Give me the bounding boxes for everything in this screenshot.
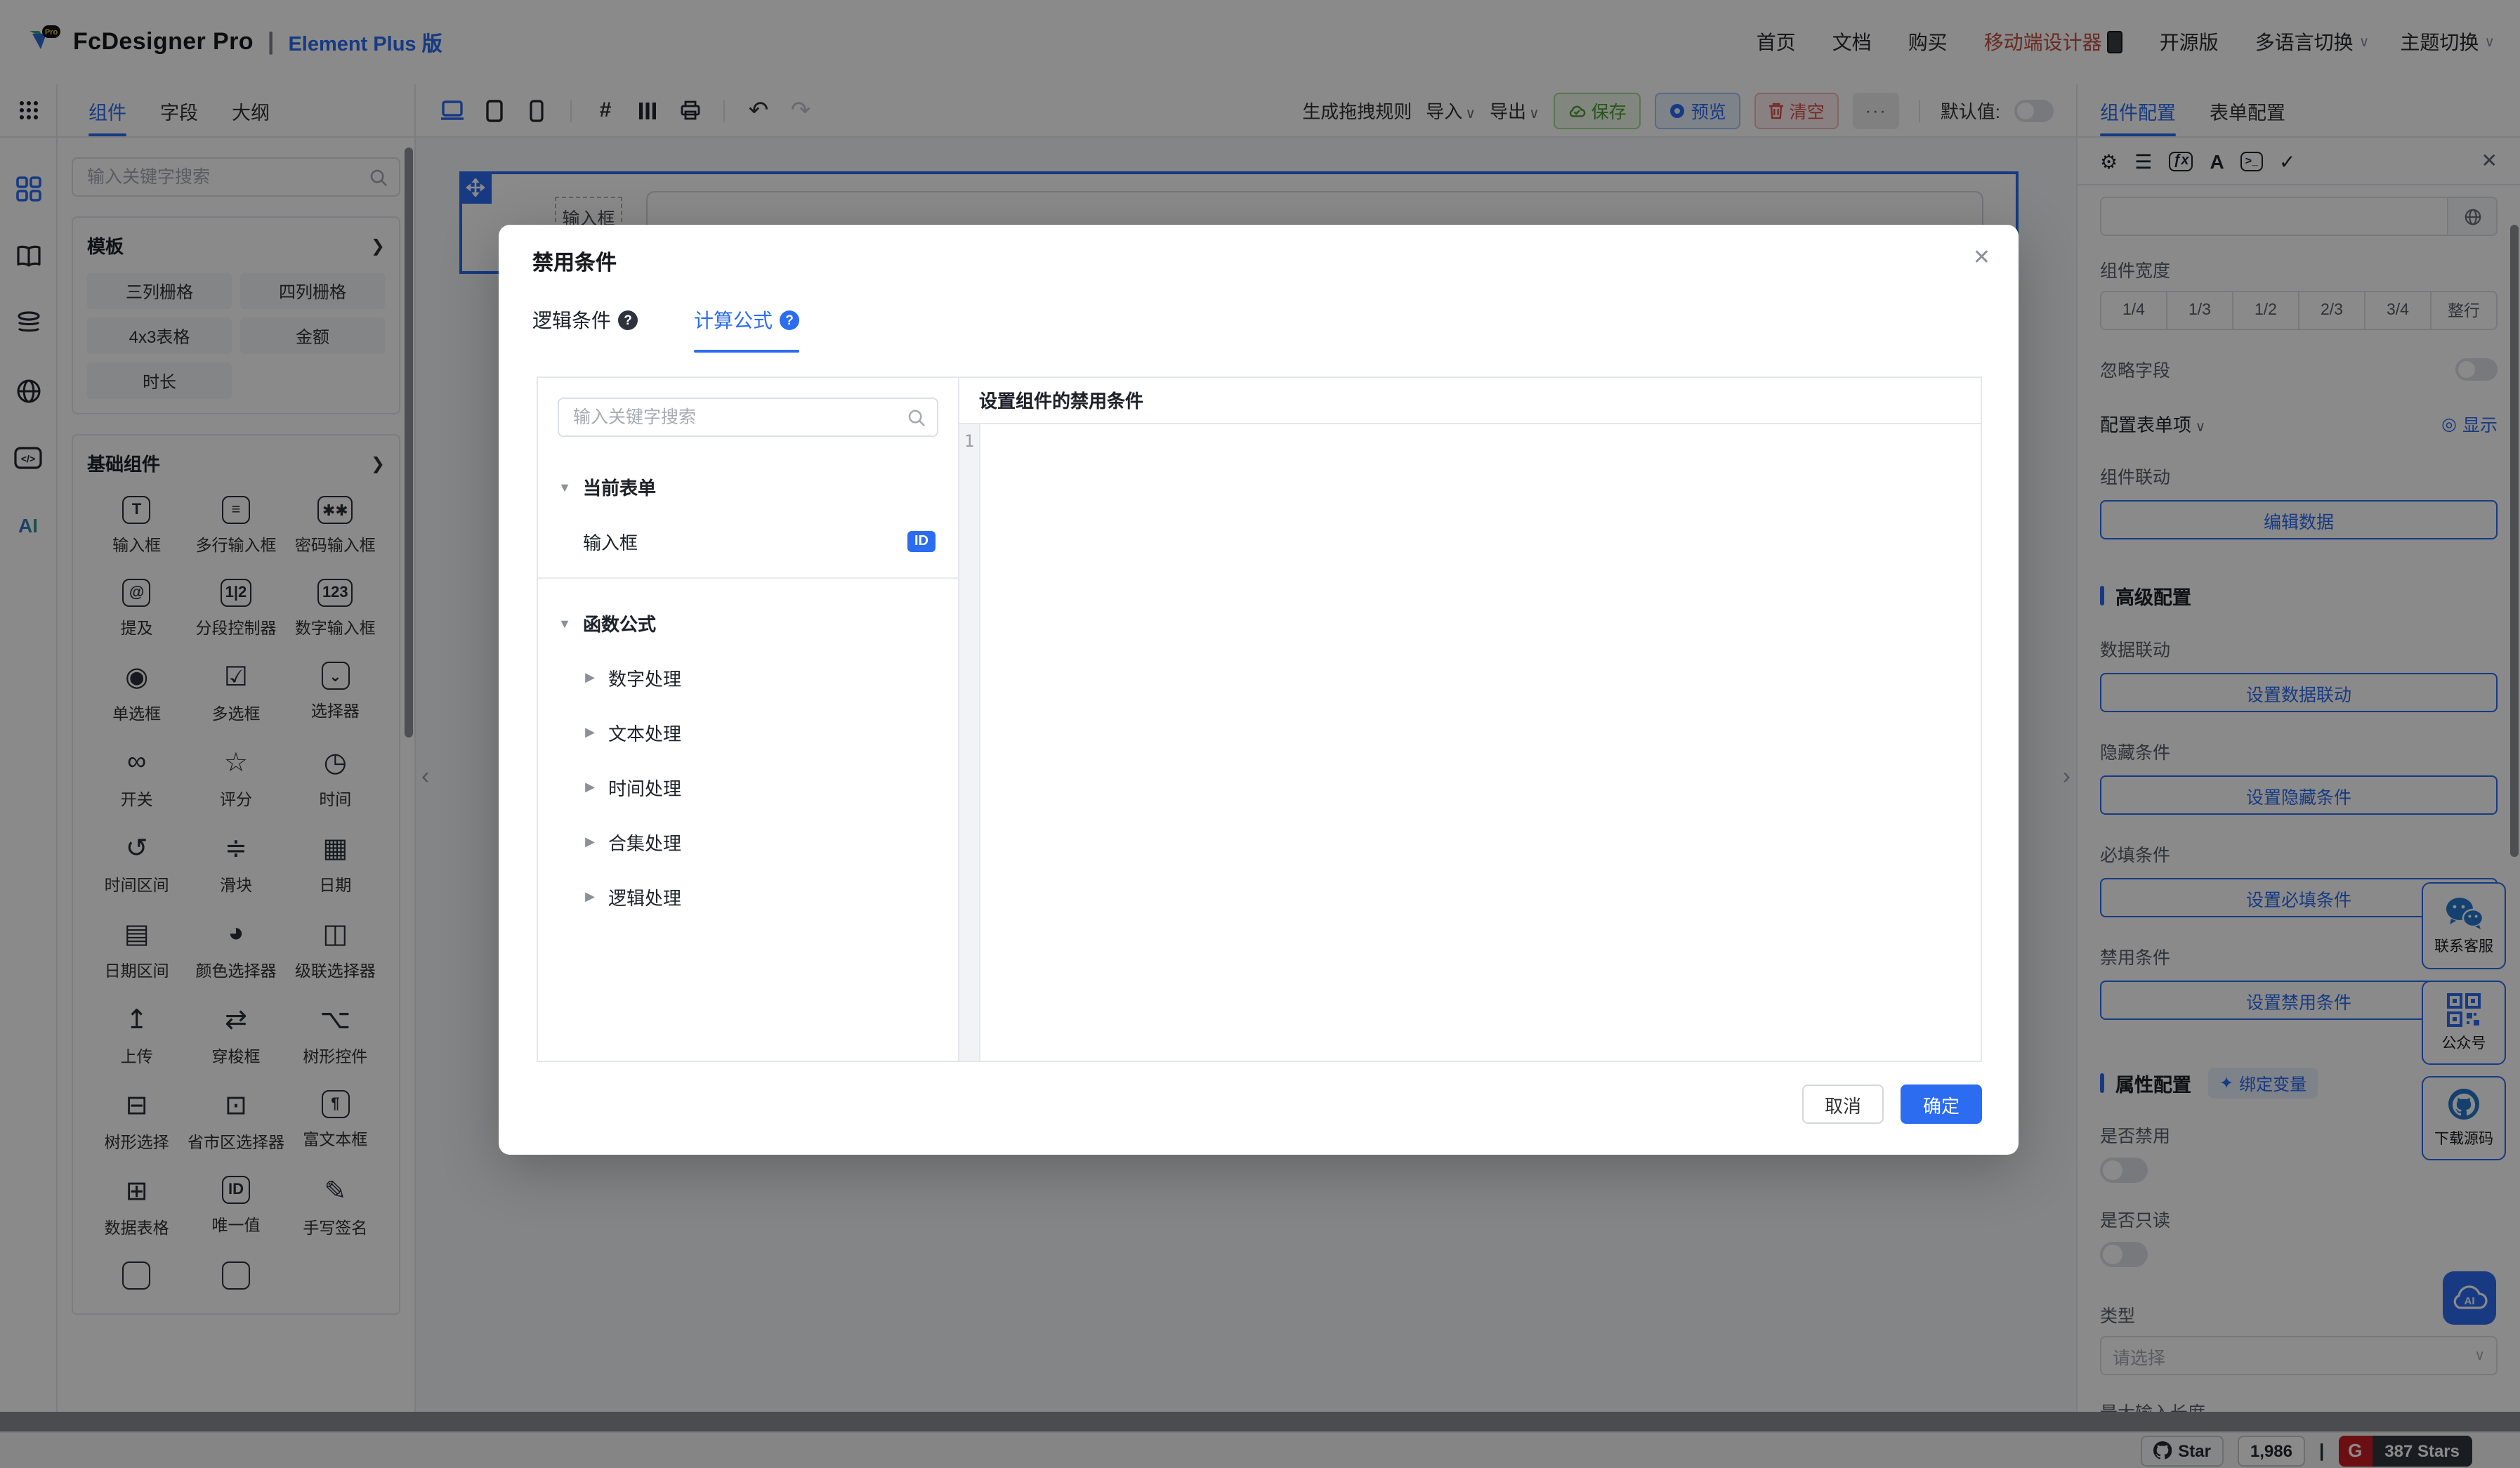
editor-body: 1 (959, 424, 1981, 1061)
caret-right-icon[interactable]: ▶ (583, 889, 597, 905)
close-icon[interactable]: ✕ (1973, 244, 1990, 270)
cancel-button[interactable]: 取消 (1802, 1084, 1884, 1124)
function-category[interactable]: ▶ 逻辑处理 (558, 884, 938, 910)
confirm-button[interactable]: 确定 (1901, 1084, 1982, 1124)
caret-right-icon[interactable]: ▶ (583, 670, 597, 686)
caret-down-icon[interactable]: ▼ (558, 480, 572, 494)
function-category[interactable]: ▶ 时间处理 (558, 774, 938, 801)
function-category[interactable]: ▶ 数字处理 (558, 664, 938, 691)
variable-search-input[interactable] (570, 406, 899, 428)
tree-group-functions[interactable]: ▼ 函数公式 (558, 610, 938, 636)
editor-header: 设置组件的禁用条件 (959, 378, 1981, 424)
disable-condition-dialog: 禁用条件 ✕ 逻辑条件 ? 计算公式 ? ▼ 当前表单 (499, 225, 2019, 1155)
help-icon[interactable]: ? (618, 310, 638, 330)
caret-right-icon[interactable]: ▶ (583, 834, 597, 850)
code-editor[interactable] (980, 424, 1981, 1061)
fcdesigner-app: Pro FcDesigner Pro | Element Plus 版 首页 文… (0, 0, 2520, 1468)
search-icon (907, 408, 926, 426)
function-category[interactable]: ▶ 合集处理 (558, 829, 938, 856)
formula-editor-pane: 设置组件的禁用条件 1 (959, 378, 1981, 1061)
dialog-tab[interactable]: 逻辑条件 ? (532, 306, 638, 353)
tree-divider (538, 577, 958, 579)
function-categories: ▶ 数字处理 ▶ 文本处理 ▶ 时间处理 ▶ 合集处理 ▶ 逻辑处理 (558, 664, 938, 910)
dialog-footer: 取消 确定 (1802, 1084, 1982, 1124)
id-badge: ID (907, 531, 936, 552)
dialog-content: ▼ 当前表单 输入框 ID ▼ 函数公式 ▶ 数字处理 ▶ 文本处理 ▶ 时间处… (537, 376, 1982, 1062)
variable-search[interactable] (558, 398, 938, 437)
dialog-title: 禁用条件 (532, 247, 617, 277)
caret-down-icon[interactable]: ▼ (558, 616, 572, 630)
tree-group-current-form[interactable]: ▼ 当前表单 (558, 473, 938, 500)
dialog-tab[interactable]: 计算公式 ? (694, 306, 799, 353)
tree-item-input-field[interactable]: 输入框 ID (558, 528, 938, 555)
caret-right-icon[interactable]: ▶ (583, 725, 597, 740)
line-number-gutter: 1 (959, 424, 980, 1061)
dialog-tabs: 逻辑条件 ? 计算公式 ? (532, 306, 799, 353)
function-category[interactable]: ▶ 文本处理 (558, 719, 938, 746)
variable-tree-pane: ▼ 当前表单 输入框 ID ▼ 函数公式 ▶ 数字处理 ▶ 文本处理 ▶ 时间处… (538, 378, 959, 1061)
help-icon[interactable]: ? (780, 310, 799, 330)
caret-right-icon[interactable]: ▶ (583, 780, 597, 795)
